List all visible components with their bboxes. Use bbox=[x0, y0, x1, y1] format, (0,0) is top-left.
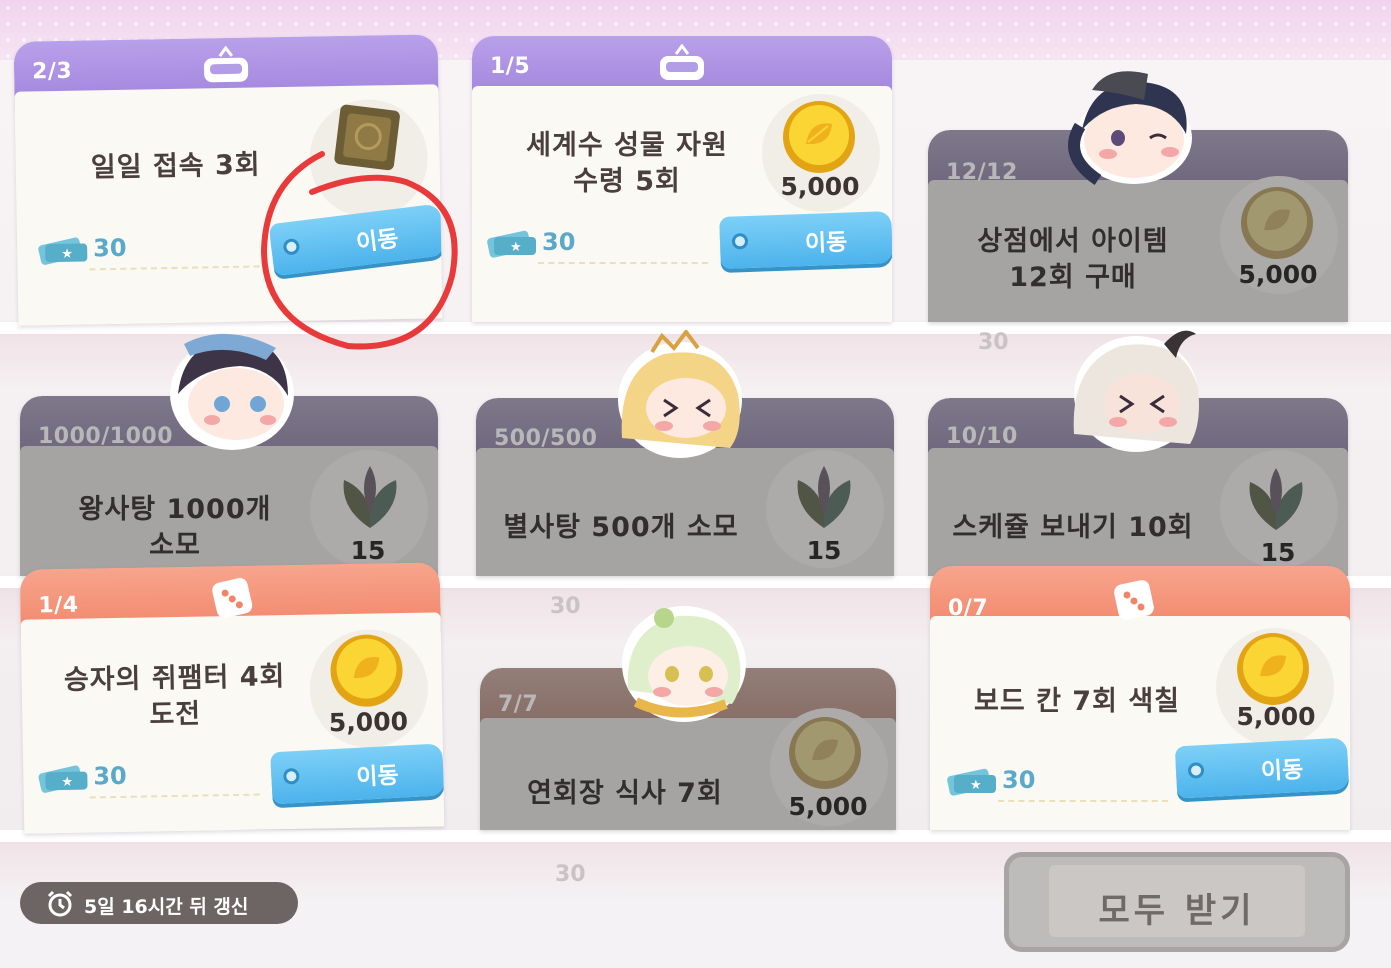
mission-title: 스케쥴 보내기 10회 bbox=[952, 512, 1194, 543]
mission-title: 왕사탕 1000개 소모 bbox=[40, 492, 310, 564]
ticket-count: 30 bbox=[542, 228, 576, 256]
reflection-ticket: 30 bbox=[550, 594, 581, 619]
progress-label: 12/12 bbox=[946, 160, 1018, 185]
mission-card[interactable]: 1/4 승자의 쥐팸터 4회 도전 5,000 ★ 30 이동 bbox=[19, 562, 445, 834]
progress-label: 2/3 bbox=[31, 58, 73, 85]
mission-title-line: 소모 bbox=[149, 530, 201, 561]
mission-title: 연회장 식사 7회 bbox=[527, 778, 723, 809]
refresh-timer-text: 5일 16시간 뒤 갱신 bbox=[84, 896, 249, 918]
svg-text:★: ★ bbox=[61, 775, 73, 790]
mission-title-line: 승자의 쥐팸터 4회 bbox=[63, 661, 286, 696]
mission-title-line: 도전 bbox=[149, 698, 202, 731]
gold-coin-icon bbox=[1237, 633, 1309, 705]
mission-title-line: 왕사탕 1000개 bbox=[78, 494, 272, 525]
move-button[interactable]: 이동 bbox=[1174, 737, 1350, 799]
mission-title-line: 세계수 성물 자원 bbox=[526, 130, 728, 161]
move-button[interactable]: 이동 bbox=[270, 743, 445, 805]
ticket-icon: ★ bbox=[947, 768, 996, 796]
claim-all-label: 모두 받기 bbox=[1098, 891, 1256, 931]
mission-title-line: 수령 5회 bbox=[573, 166, 681, 197]
gift-box-icon bbox=[660, 44, 704, 80]
shelf-board-3 bbox=[0, 830, 1391, 842]
leaf-crystal-icon bbox=[797, 466, 851, 528]
ticket-icon: ★ bbox=[38, 765, 88, 793]
progress-label: 1/5 bbox=[490, 54, 531, 79]
divider bbox=[998, 800, 1168, 802]
character-sticker-mint-hair bbox=[622, 606, 746, 722]
character-sticker-white-hair bbox=[1073, 330, 1199, 452]
progress-label: 1/4 bbox=[38, 592, 79, 619]
progress-label: 500/500 bbox=[494, 426, 598, 451]
ticket-count: 30 bbox=[92, 233, 127, 263]
move-button-label: 이동 bbox=[1260, 756, 1304, 786]
tag-hole bbox=[1187, 762, 1205, 779]
mission-card[interactable]: 1/5 세계수 성물 자원 수령 5회 5,000 ★ 30 이동 bbox=[472, 36, 892, 322]
reward-amount: 5,000 bbox=[788, 792, 868, 821]
gold-coin-icon bbox=[330, 634, 403, 707]
progress-label: 7/7 bbox=[498, 692, 539, 717]
claim-all-button[interactable]: 모두 받기 bbox=[1004, 852, 1350, 952]
ticket-count: 30 bbox=[1002, 766, 1036, 794]
character-sticker-blonde-hair bbox=[618, 330, 742, 458]
ticket-icon: ★ bbox=[38, 237, 88, 265]
refresh-timer: 5일 16시간 뒤 갱신 bbox=[20, 882, 298, 924]
gift-box-icon bbox=[204, 45, 249, 83]
reward-amount: 15 bbox=[350, 536, 386, 565]
ticket-icon: ★ bbox=[487, 230, 536, 258]
ticket-count: 30 bbox=[93, 761, 127, 791]
reward-amount: 5,000 bbox=[328, 706, 409, 738]
svg-text:★: ★ bbox=[510, 240, 522, 255]
mission-title-line: 12회 구매 bbox=[1009, 262, 1137, 293]
mission-title: 별사탕 500개 소모 bbox=[503, 512, 739, 543]
svg-text:★: ★ bbox=[970, 778, 982, 793]
alarm-clock-icon bbox=[47, 890, 73, 917]
gold-coin-icon bbox=[789, 717, 861, 789]
dice-icon bbox=[212, 577, 253, 618]
annotation-circle bbox=[260, 151, 458, 350]
move-button[interactable]: 이동 bbox=[719, 211, 892, 269]
tag-hole bbox=[282, 767, 300, 785]
reflection-ticket: 30 bbox=[555, 862, 586, 887]
leaf-crystal-icon bbox=[343, 466, 397, 528]
mission-title: 상점에서 아이템 12회 구매 bbox=[948, 224, 1198, 296]
tag-hole bbox=[731, 233, 749, 250]
mission-card[interactable]: 0/7 보드 칸 7회 색칠 5,000 ★ 30 이동 bbox=[930, 566, 1350, 830]
dice-icon bbox=[1114, 580, 1154, 620]
reward-amount: 15 bbox=[806, 536, 842, 565]
ticket-reward: ★ 30 bbox=[37, 231, 277, 271]
divider bbox=[538, 262, 708, 264]
mission-title: 승자의 쥐팸터 4회 도전 bbox=[39, 659, 310, 736]
reflection-ticket: 30 bbox=[978, 330, 1009, 355]
leaf-crystal-icon bbox=[1249, 468, 1303, 530]
gold-coin-icon bbox=[1241, 187, 1313, 259]
reward-amount: 5,000 bbox=[780, 172, 860, 201]
mission-title: 보드 칸 7회 색칠 bbox=[973, 686, 1181, 717]
ticket-reward: ★ 30 bbox=[486, 228, 726, 264]
mission-title-line: 상점에서 아이템 bbox=[977, 226, 1169, 257]
ticket-reward: ★ 30 bbox=[946, 766, 1186, 802]
mission-title: 세계수 성물 자원 수령 5회 bbox=[492, 128, 762, 200]
ticket-reward: ★ 30 bbox=[37, 759, 277, 799]
gold-coin-icon bbox=[783, 101, 855, 173]
reward-amount: 5,000 bbox=[1238, 260, 1318, 289]
progress-label: 10/10 bbox=[946, 424, 1018, 449]
progress-label: 0/7 bbox=[948, 596, 989, 621]
reward-amount: 5,000 bbox=[1236, 702, 1316, 731]
move-button-label: 이동 bbox=[804, 229, 848, 258]
move-button-label: 이동 bbox=[355, 762, 400, 791]
reward-amount: 15 bbox=[1260, 538, 1296, 567]
character-sticker-dark-hair bbox=[1068, 71, 1192, 185]
progress-label: 1000/1000 bbox=[38, 424, 173, 449]
svg-text:★: ★ bbox=[61, 247, 73, 262]
